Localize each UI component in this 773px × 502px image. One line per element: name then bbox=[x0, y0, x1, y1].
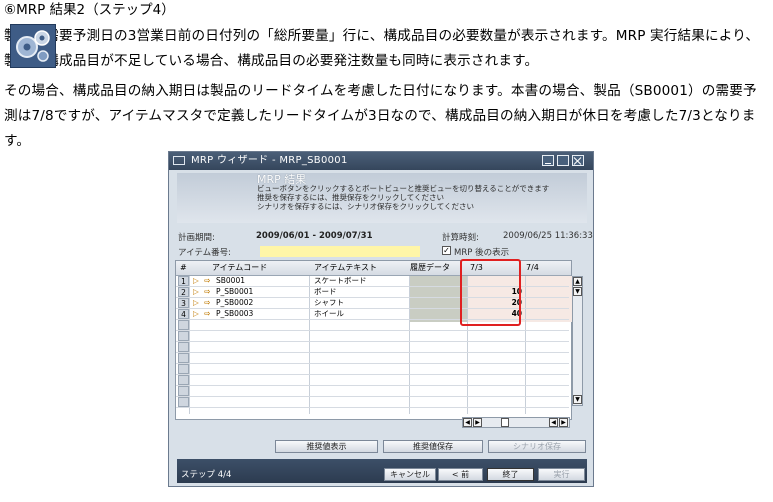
row-number-empty bbox=[178, 386, 189, 396]
row-number: 4 bbox=[178, 309, 189, 319]
scroll-right-icon[interactable]: ▶ bbox=[473, 418, 482, 427]
row-number: 1 bbox=[178, 276, 189, 286]
link-arrow-icon[interactable]: ⇨ bbox=[204, 287, 210, 297]
item-no-field[interactable] bbox=[260, 246, 420, 257]
item-no-label: アイテム番号: bbox=[178, 248, 232, 258]
col-header-item-code[interactable]: アイテムコード bbox=[212, 261, 267, 275]
close-button[interactable] bbox=[572, 155, 584, 166]
scroll-down-icon[interactable]: ▼ bbox=[573, 287, 582, 296]
row-number-empty bbox=[178, 375, 189, 385]
step-indicator: ステップ 4/4 bbox=[181, 470, 232, 480]
minimize-button[interactable] bbox=[542, 155, 554, 166]
scroll-down-icon[interactable]: ▼ bbox=[573, 395, 582, 404]
row-number: 3 bbox=[178, 298, 189, 308]
vertical-scrollbar[interactable]: ▲ ▼ ▼ bbox=[572, 276, 583, 406]
col-header-date-2[interactable]: 7/4 bbox=[526, 261, 539, 275]
horizontal-scrollbar[interactable]: ◀ ▶ ◀ ▶ bbox=[462, 417, 570, 428]
save-scenario-button[interactable]: シナリオ保存 bbox=[488, 440, 586, 453]
window-title: MRP ウィザード - MRP_SB0001 bbox=[191, 155, 348, 166]
item-code: P_SB0003 bbox=[216, 309, 254, 318]
scroll-up-icon[interactable]: ▲ bbox=[573, 277, 582, 286]
expand-icon[interactable]: ▷ bbox=[193, 309, 199, 319]
link-arrow-icon[interactable]: ⇨ bbox=[204, 298, 210, 308]
highlight-box bbox=[460, 259, 521, 326]
expand-icon[interactable]: ▷ bbox=[193, 276, 199, 286]
scroll-thumb[interactable] bbox=[501, 418, 509, 427]
doc-paragraph-2: その場合、構成品目の納入期日は製品のリードタイムを考慮した日付になります。本書の… bbox=[4, 83, 757, 149]
calc-time-label: 計算時刻: bbox=[442, 233, 479, 243]
window-icon bbox=[173, 156, 185, 165]
item-code: SB0001 bbox=[216, 276, 245, 285]
col-header-item-text[interactable]: アイテムテキスト bbox=[314, 261, 377, 275]
item-code: P_SB0001 bbox=[216, 287, 254, 296]
save-recommend-button[interactable]: 推奨値保存 bbox=[383, 440, 483, 453]
col-header-history[interactable]: 履歴データ bbox=[410, 261, 450, 275]
scroll-right-icon[interactable]: ▶ bbox=[559, 418, 568, 427]
item-text: ボード bbox=[314, 287, 337, 296]
recommend-view-button[interactable]: 推奨値表示 bbox=[275, 440, 378, 453]
row-number-empty bbox=[178, 397, 189, 407]
row-number-empty bbox=[178, 364, 189, 374]
period-value: 2009/06/01 - 2009/07/31 bbox=[256, 231, 373, 241]
expand-icon[interactable]: ▷ bbox=[193, 298, 199, 308]
scroll-left-icon[interactable]: ◀ bbox=[549, 418, 558, 427]
maximize-button[interactable] bbox=[557, 155, 569, 166]
row-number-empty bbox=[178, 353, 189, 363]
link-arrow-icon[interactable]: ⇨ bbox=[204, 309, 210, 319]
item-text: シャフト bbox=[314, 298, 344, 307]
expand-icon[interactable]: ▷ bbox=[193, 287, 199, 297]
finish-button[interactable]: 終了 bbox=[487, 468, 534, 481]
item-text: ホイール bbox=[314, 309, 344, 318]
gears-icon bbox=[10, 24, 56, 68]
window-titlebar: MRP ウィザード - MRP_SB0001 bbox=[169, 152, 593, 170]
row-number-empty bbox=[178, 331, 189, 341]
prev-button[interactable]: < 前 bbox=[438, 468, 483, 481]
run-button[interactable]: 実行 bbox=[538, 468, 585, 481]
row-number: 2 bbox=[178, 287, 189, 297]
doc-heading: ⑥MRP 結果2（ステップ4） bbox=[4, 2, 175, 18]
cancel-button[interactable]: キャンセル bbox=[384, 468, 436, 481]
col-header-no: # bbox=[180, 263, 187, 272]
calc-time-value: 2009/06/25 11:36:33 bbox=[503, 231, 593, 241]
row-number-empty bbox=[178, 342, 189, 352]
link-arrow-icon[interactable]: ⇨ bbox=[204, 276, 210, 286]
period-label: 計画期間: bbox=[178, 233, 215, 243]
header-line-3: シナリオを保存するには、シナリオ保存をクリックしてください bbox=[257, 202, 475, 211]
item-code: P_SB0002 bbox=[216, 298, 254, 307]
scroll-left-icon[interactable]: ◀ bbox=[463, 418, 472, 427]
row-number-empty bbox=[178, 320, 189, 330]
show-after-mrp-label: MRP 後の表示 bbox=[454, 248, 510, 258]
item-text: スケートボード bbox=[314, 276, 367, 285]
show-after-mrp-checkbox[interactable]: ✓ bbox=[442, 246, 451, 255]
doc-paragraph-1: 製品の需要予測日の3営業日前の日付列の「総所要量」行に、構成品目の必要数量が表示… bbox=[4, 28, 760, 69]
